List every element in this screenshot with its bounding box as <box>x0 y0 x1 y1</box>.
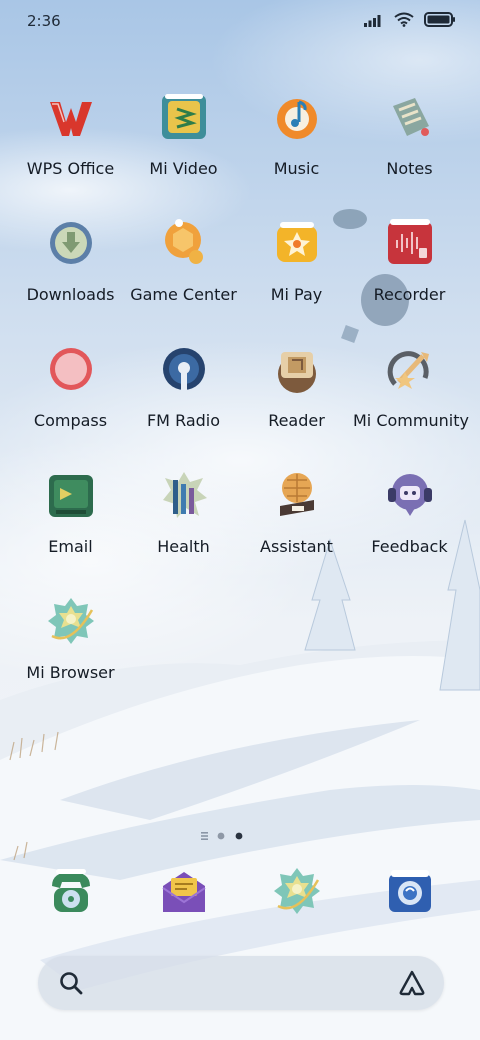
app-label: Downloads <box>26 285 115 304</box>
app-mi-community[interactable]: Mi Community <box>353 344 469 454</box>
assistant-icon <box>280 473 314 516</box>
health-icon <box>163 472 207 518</box>
browser-icon <box>274 868 320 914</box>
phone-icon <box>52 869 90 912</box>
fm-radio-icon <box>163 348 205 390</box>
app-music[interactable]: Music <box>240 92 353 202</box>
app-label: Mi Community <box>353 411 469 430</box>
feedback-icon <box>388 474 432 516</box>
search-icon[interactable] <box>58 970 84 996</box>
signal-icon <box>364 14 381 27</box>
app-label: Mi Browser <box>26 663 115 682</box>
app-label: WPS Office <box>26 159 115 178</box>
status-icons <box>364 12 456 27</box>
battery-icon <box>424 12 455 27</box>
app-label: Game Center <box>130 285 237 304</box>
reader-icon <box>278 352 316 393</box>
app-notes[interactable]: Notes <box>353 92 466 202</box>
wifi-icon <box>394 12 414 27</box>
music-icon <box>277 99 317 139</box>
app-label: FM Radio <box>146 411 221 430</box>
app-mi-pay[interactable]: Mi Pay <box>240 218 353 328</box>
app-downloads[interactable]: Downloads <box>14 218 127 328</box>
app-health[interactable]: Health <box>127 470 240 580</box>
page-dot <box>217 832 225 840</box>
app-label: Music <box>273 159 320 178</box>
dock-messages[interactable] <box>127 866 240 926</box>
page-dot-active <box>235 832 243 840</box>
mi-community-icon <box>387 351 429 389</box>
status-time: 2:36 <box>27 12 61 30</box>
app-label: Health <box>157 537 210 556</box>
app-label: Email <box>48 537 93 556</box>
app-label: Mi Video <box>149 159 218 178</box>
status-bar: 2:36 <box>0 0 480 44</box>
mi-browser-icon <box>48 598 94 644</box>
app-fm-radio[interactable]: FM Radio <box>127 344 240 454</box>
page-indicator[interactable] <box>200 830 280 842</box>
game-center-icon <box>165 219 203 264</box>
app-reader[interactable]: Reader <box>240 344 353 454</box>
search-bar[interactable] <box>38 956 444 1010</box>
dock <box>14 866 466 926</box>
mi-pay-icon <box>277 222 317 262</box>
assistant-shortcut-icon[interactable] <box>398 969 426 997</box>
app-label: Recorder <box>373 285 446 304</box>
app-label: Reader <box>268 411 325 430</box>
downloads-icon <box>50 222 92 264</box>
app-game-center[interactable]: Game Center <box>127 218 240 328</box>
mi-video-icon <box>162 94 206 139</box>
app-email[interactable]: Email <box>14 470 127 580</box>
app-label: Compass <box>33 411 108 430</box>
dock-browser[interactable] <box>240 866 353 926</box>
app-wps-office[interactable]: WPS Office <box>14 92 127 202</box>
recorder-icon <box>388 219 432 264</box>
compass-icon <box>50 348 92 390</box>
app-recorder[interactable]: Recorder <box>353 218 466 328</box>
app-label: Assistant <box>260 537 333 556</box>
camera-icon <box>389 870 431 912</box>
dock-camera[interactable] <box>353 866 466 926</box>
wps-office-icon <box>50 102 92 136</box>
email-icon <box>49 475 93 517</box>
app-mi-video[interactable]: Mi Video <box>127 92 240 202</box>
app-mi-browser[interactable]: Mi Browser <box>14 596 127 706</box>
page-indicator-feed-icon <box>201 832 208 840</box>
app-label: Feedback <box>371 537 448 556</box>
app-feedback[interactable]: Feedback <box>353 470 466 580</box>
dock-phone[interactable] <box>14 866 127 926</box>
app-label: Mi Pay <box>270 285 323 304</box>
messages-icon <box>162 872 206 912</box>
notes-icon <box>393 98 429 136</box>
app-assistant[interactable]: Assistant <box>240 470 353 580</box>
app-label: Notes <box>386 159 433 178</box>
app-compass[interactable]: Compass <box>14 344 127 454</box>
